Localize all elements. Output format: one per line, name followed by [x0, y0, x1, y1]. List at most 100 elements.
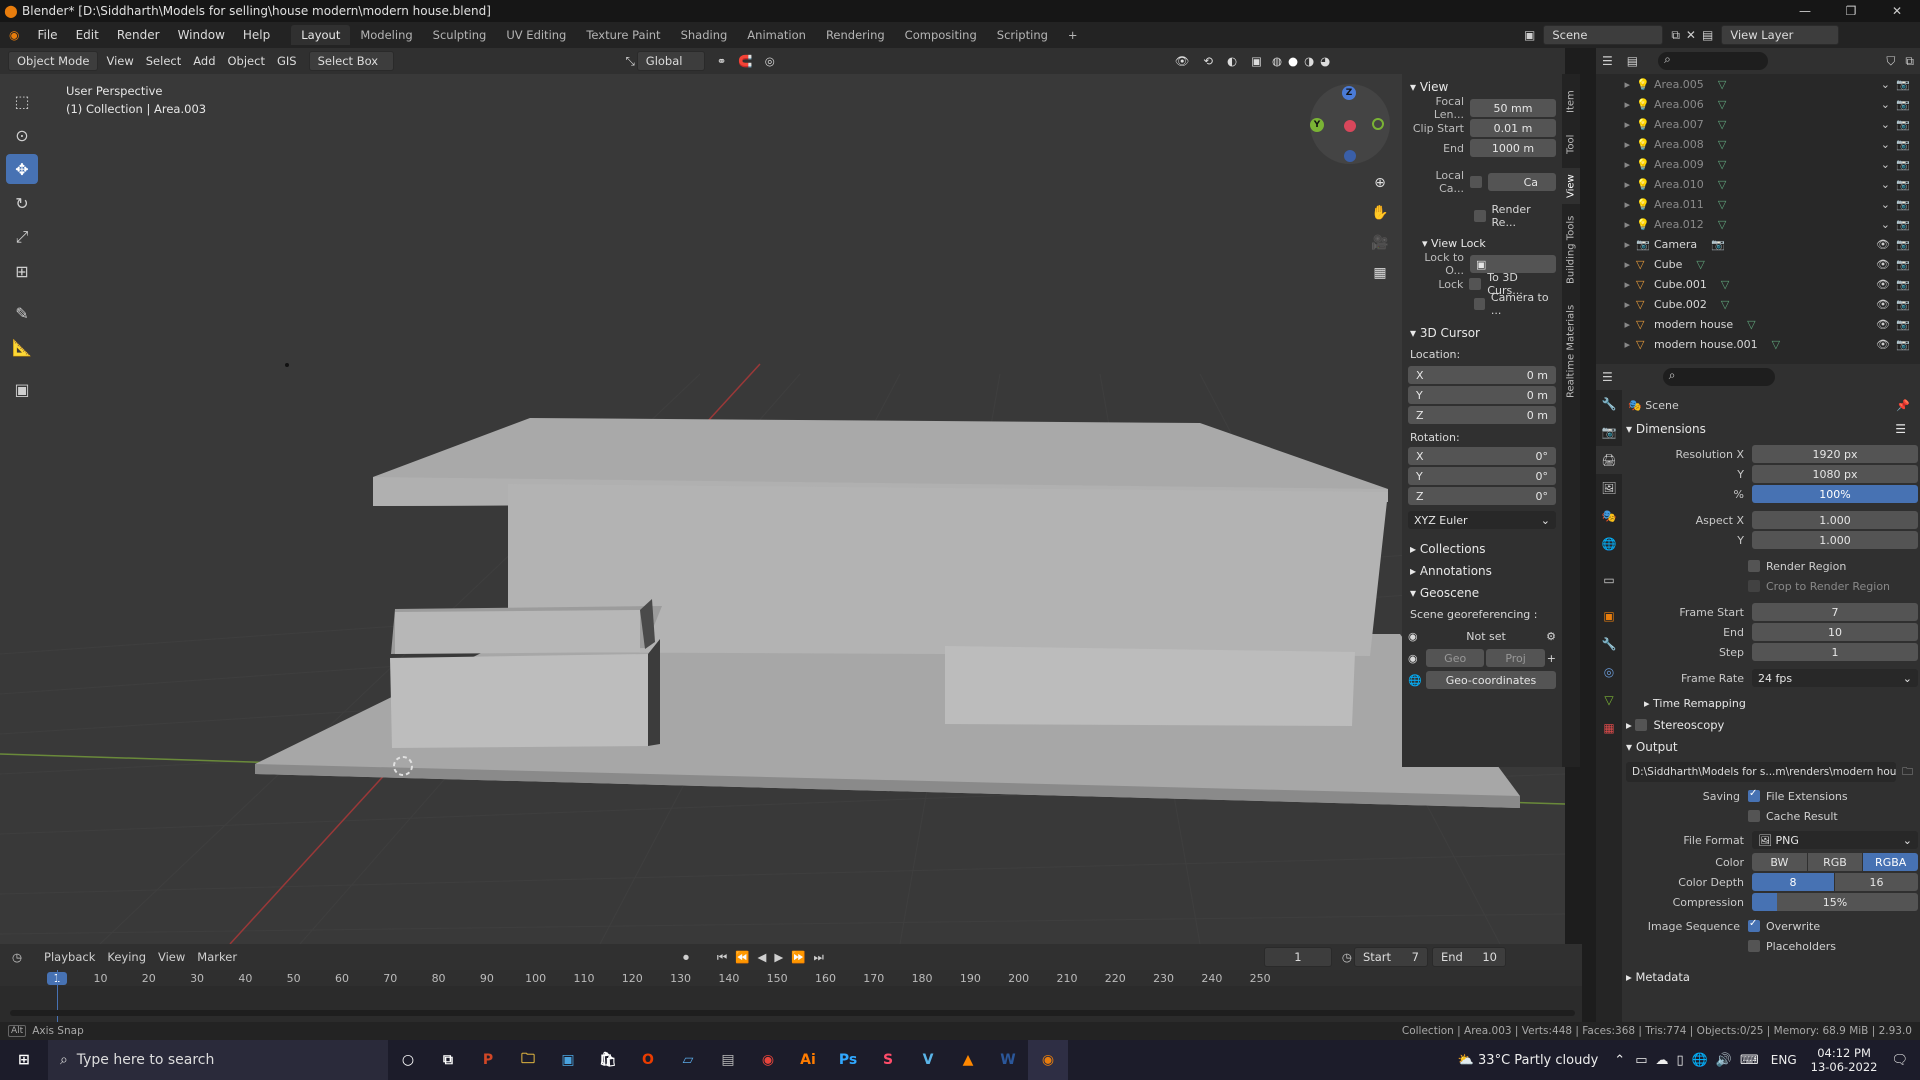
render-camera-icon[interactable]: 📷 [1896, 98, 1910, 111]
battery-icon[interactable]: ▯ [1676, 1053, 1683, 1068]
add-workspace-button[interactable]: + [1058, 25, 1088, 45]
gizmo-neg-y-icon[interactable] [1372, 118, 1384, 130]
app-icon-2[interactable]: ▤ [708, 1040, 748, 1080]
render-camera-icon[interactable]: 📷 [1896, 138, 1910, 151]
expand-arrow-icon[interactable]: ▸ [1596, 158, 1636, 171]
tray-chevron-icon[interactable]: ⌃ [1614, 1053, 1625, 1068]
play-icon[interactable]: ▶ [774, 950, 783, 964]
resolution-percent-slider[interactable]: 100% [1752, 485, 1918, 503]
outliner-item[interactable]: ▸ ▽ modern house.001 ▽ 👁 📷 [1596, 334, 1920, 354]
move-tool-icon[interactable]: ✥ [6, 154, 38, 184]
new-collection-icon[interactable]: ⧉ [1905, 54, 1914, 69]
overwrite-checkbox[interactable] [1748, 918, 1760, 932]
geo-button[interactable]: Geo [1426, 649, 1485, 667]
zoom-icon[interactable]: ⊕ [1367, 170, 1393, 196]
gizmo-y-icon[interactable]: Y [1310, 118, 1324, 132]
expand-arrow-icon[interactable]: ▸ [1596, 258, 1636, 271]
expand-arrow-icon[interactable]: ▸ [1596, 178, 1636, 191]
crop-region-checkbox[interactable] [1748, 580, 1760, 592]
chrome-icon[interactable]: ◉ [748, 1040, 788, 1080]
app-icon[interactable]: ▱ [668, 1040, 708, 1080]
material-shading-icon[interactable]: ◑ [1304, 54, 1314, 68]
blender-taskbar-icon[interactable]: ◉ [1028, 1040, 1068, 1080]
outliner-item[interactable]: ▸ 💡 Area.009 ▽ ⌄ 📷 [1596, 154, 1920, 174]
timeline-area[interactable]: 1102030405060708090100110120130140150160… [0, 970, 1582, 1022]
frame-end-field[interactable]: 10 [1752, 623, 1918, 641]
outliner-item[interactable]: ▸ 💡 Area.010 ▽ ⌄ 📷 [1596, 174, 1920, 194]
cursor-location-z[interactable]: Z0 m [1408, 406, 1556, 424]
menu-edit[interactable]: Edit [67, 28, 108, 42]
language-indicator[interactable]: ENG [1771, 1053, 1797, 1067]
cursor-location-x[interactable]: X0 m [1408, 366, 1556, 384]
outliner-item[interactable]: ▸ ▽ Cube ▽ 👁 📷 [1596, 254, 1920, 274]
snap-icon[interactable]: 🧲 [738, 54, 752, 68]
jump-keyframe-back-icon[interactable]: ⏪ [735, 950, 749, 964]
start-frame-field[interactable]: Start 7 [1353, 947, 1428, 967]
expand-arrow-icon[interactable]: ▸ [1596, 78, 1636, 91]
frame-rate-dropdown[interactable]: 24 fps ⌄ [1752, 669, 1918, 687]
visibility-eye-icon[interactable]: ⌄ [1881, 158, 1890, 171]
collections-header[interactable]: ▸ Collections [1402, 538, 1562, 560]
filter-icon[interactable]: ⛉ [1886, 54, 1895, 69]
visibility-icon[interactable]: 👁 [1175, 54, 1190, 68]
xray-icon[interactable]: ▣ [1251, 54, 1262, 68]
menu-render[interactable]: Render [108, 28, 169, 42]
scene-selector[interactable]: Scene [1543, 25, 1664, 45]
geo-coordinates-button[interactable]: Geo-coordinates [1426, 671, 1556, 689]
visibility-eye-icon[interactable]: ⌄ [1881, 198, 1890, 211]
frame-start-field[interactable]: 7 [1752, 603, 1918, 621]
end-frame-field[interactable]: End 10 [1431, 947, 1506, 967]
frame-step-field[interactable]: 1 [1752, 643, 1918, 661]
georef-settings-icon[interactable]: ⚙ [1546, 630, 1556, 643]
powerpoint-icon[interactable]: P [468, 1040, 508, 1080]
add-crs-icon[interactable]: + [1547, 652, 1556, 665]
visibility-eye-icon[interactable]: ⌄ [1881, 78, 1890, 91]
outliner-search-input[interactable]: ⌕ [1658, 52, 1769, 70]
jump-end-icon[interactable]: ⏭ [814, 950, 824, 965]
viewlayer-tab-icon[interactable]: 🖼 [1596, 474, 1622, 502]
view-menu[interactable]: View [100, 54, 139, 68]
render-region-checkbox[interactable] [1474, 210, 1486, 222]
select-tool-icon[interactable]: ⬚ [6, 86, 38, 116]
vray-icon[interactable]: V [908, 1040, 948, 1080]
expand-arrow-icon[interactable]: ▸ [1596, 118, 1636, 131]
scene-tab-icon[interactable]: 🎭 [1596, 502, 1622, 530]
expand-arrow-icon[interactable]: ▸ [1596, 138, 1636, 151]
visibility-eye-icon[interactable]: 👁 [1876, 298, 1890, 311]
tab-uv-editing[interactable]: UV Editing [496, 25, 576, 45]
gizmo-neg-z-icon[interactable] [1344, 150, 1356, 162]
expand-arrow-icon[interactable]: ▸ [1596, 218, 1636, 231]
outliner-item[interactable]: ▸ ▽ modern house ▽ 👁 📷 [1596, 314, 1920, 334]
render-camera-icon[interactable]: 📷 [1896, 78, 1910, 91]
texture-tab-icon[interactable]: ▦ [1596, 714, 1622, 742]
file-extensions-checkbox[interactable] [1748, 788, 1760, 802]
play-reverse-icon[interactable]: ◀ [758, 950, 767, 964]
select-box-dropdown[interactable]: Select Box [308, 51, 394, 71]
photos-icon[interactable]: ▣ [548, 1040, 588, 1080]
output-tab-icon[interactable]: 🖨 [1596, 446, 1622, 474]
gis-menu[interactable]: GIS [271, 54, 303, 68]
depth-8-button[interactable]: 8 [1752, 873, 1834, 891]
outliner-item[interactable]: ▸ 💡 Area.012 ▽ ⌄ 📷 [1596, 214, 1920, 234]
dimensions-header[interactable]: ▾ Dimensions ☰ [1622, 418, 1920, 440]
measure-tool-icon[interactable]: 📐 [6, 332, 38, 362]
render-camera-icon[interactable]: 📷 [1896, 238, 1910, 251]
scene-remove-icon[interactable]: ✕ [1686, 28, 1696, 42]
tab-modeling[interactable]: Modeling [350, 25, 422, 45]
properties-editor-icon[interactable]: ☰ [1602, 370, 1613, 384]
color-rgba-button[interactable]: RGBA [1863, 853, 1919, 871]
word-icon[interactable]: W [988, 1040, 1028, 1080]
overlay-toggle-icon[interactable]: ◐ [1227, 54, 1237, 68]
presets-icon[interactable]: ☰ [1895, 422, 1906, 436]
add-cube-tool-icon[interactable]: ▣ [6, 374, 38, 404]
taskbar-search-input[interactable]: ⌕ Type here to search [48, 1040, 388, 1080]
visibility-eye-icon[interactable]: 👁 [1876, 278, 1890, 291]
tray-app-icon[interactable]: ▭ [1635, 1053, 1647, 1068]
tab-rendering[interactable]: Rendering [816, 25, 895, 45]
weather-text[interactable]: 33°C Partly cloudy [1478, 1053, 1598, 1068]
expand-arrow-icon[interactable]: ▸ [1596, 238, 1636, 251]
lock-3d-cursor-checkbox[interactable] [1469, 278, 1482, 290]
sketchup-icon[interactable]: S [868, 1040, 908, 1080]
office-icon[interactable]: O [628, 1040, 668, 1080]
3d-cursor-header[interactable]: ▾ 3D Cursor [1402, 322, 1562, 344]
